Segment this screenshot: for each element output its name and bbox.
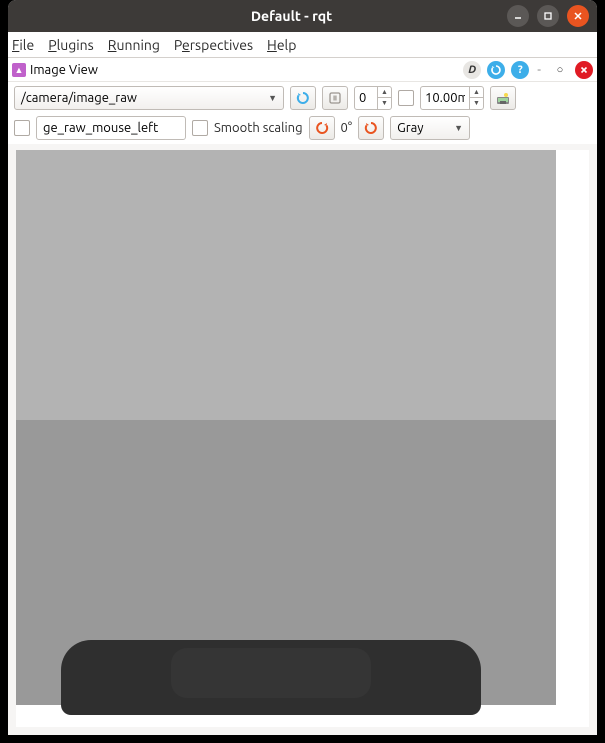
spin-down-icon[interactable]: ▼ xyxy=(378,98,391,109)
close-button[interactable] xyxy=(567,5,589,27)
titlebar: Default - rqt xyxy=(8,0,597,32)
panel-title: Image View xyxy=(30,63,98,77)
image-object xyxy=(61,640,481,715)
mouse-topic-text: ge_raw_mouse_left xyxy=(43,121,158,135)
smooth-scaling-checkbox[interactable] xyxy=(192,120,208,136)
max-spin[interactable]: ▲▼ xyxy=(420,86,484,110)
menu-perspectives[interactable]: Perspectives xyxy=(174,37,253,53)
max-input[interactable] xyxy=(421,87,469,109)
color-mode-value: Gray xyxy=(397,121,423,135)
plugin-icon: ▲ xyxy=(12,63,26,77)
window-title: Default - rqt xyxy=(84,8,499,24)
undock-icon[interactable]: ○ xyxy=(551,61,569,79)
mouse-pub-checkbox[interactable] xyxy=(14,120,30,136)
menu-plugins[interactable]: Plugins xyxy=(48,37,94,53)
toolbar-row-1: /camera/image_raw ▼ ▲▼ ▲▼ xyxy=(8,82,597,114)
app-window: Default - rqt File Plugins Running Persp… xyxy=(8,0,597,735)
num-input[interactable] xyxy=(355,87,377,109)
minimize-button[interactable] xyxy=(507,5,529,27)
mouse-topic-field[interactable]: ge_raw_mouse_left xyxy=(36,116,186,140)
pause-button[interactable] xyxy=(322,86,348,110)
panel-header: ▲ Image View D ? - ○ xyxy=(8,58,597,82)
max-depth-checkbox[interactable] xyxy=(398,90,414,106)
image-display[interactable] xyxy=(16,150,589,727)
separator: - xyxy=(537,63,541,77)
rotate-right-button[interactable] xyxy=(358,116,384,140)
menu-running[interactable]: Running xyxy=(108,37,160,53)
save-image-button[interactable] xyxy=(490,86,516,110)
menu-help[interactable]: Help xyxy=(267,37,296,53)
menubar: File Plugins Running Perspectives Help xyxy=(8,32,597,58)
rotation-label: 0° xyxy=(341,121,353,135)
topic-value: /camera/image_raw xyxy=(21,91,137,105)
chevron-down-icon: ▼ xyxy=(268,93,277,103)
rotate-left-button[interactable] xyxy=(309,116,335,140)
color-mode-combo[interactable]: Gray ▼ xyxy=(390,116,470,140)
smooth-scaling-label: Smooth scaling xyxy=(214,121,303,135)
dock-d-button[interactable]: D xyxy=(463,61,481,79)
toolbar-row-2: ge_raw_mouse_left Smooth scaling 0° Gray… xyxy=(8,114,597,144)
refresh-topics-button[interactable] xyxy=(290,86,316,110)
topic-combo[interactable]: /camera/image_raw ▼ xyxy=(14,86,284,110)
spin-down-icon[interactable]: ▼ xyxy=(470,98,483,109)
spin-up-icon[interactable]: ▲ xyxy=(470,87,483,98)
help-icon[interactable]: ? xyxy=(511,61,529,79)
reload-icon[interactable] xyxy=(487,61,505,79)
panel-close-icon[interactable] xyxy=(575,61,593,79)
maximize-button[interactable] xyxy=(537,5,559,27)
num-spin[interactable]: ▲▼ xyxy=(354,86,392,110)
menu-file[interactable]: File xyxy=(12,37,34,53)
spin-up-icon[interactable]: ▲ xyxy=(378,87,391,98)
chevron-down-icon: ▼ xyxy=(454,123,463,133)
camera-image xyxy=(16,150,556,705)
